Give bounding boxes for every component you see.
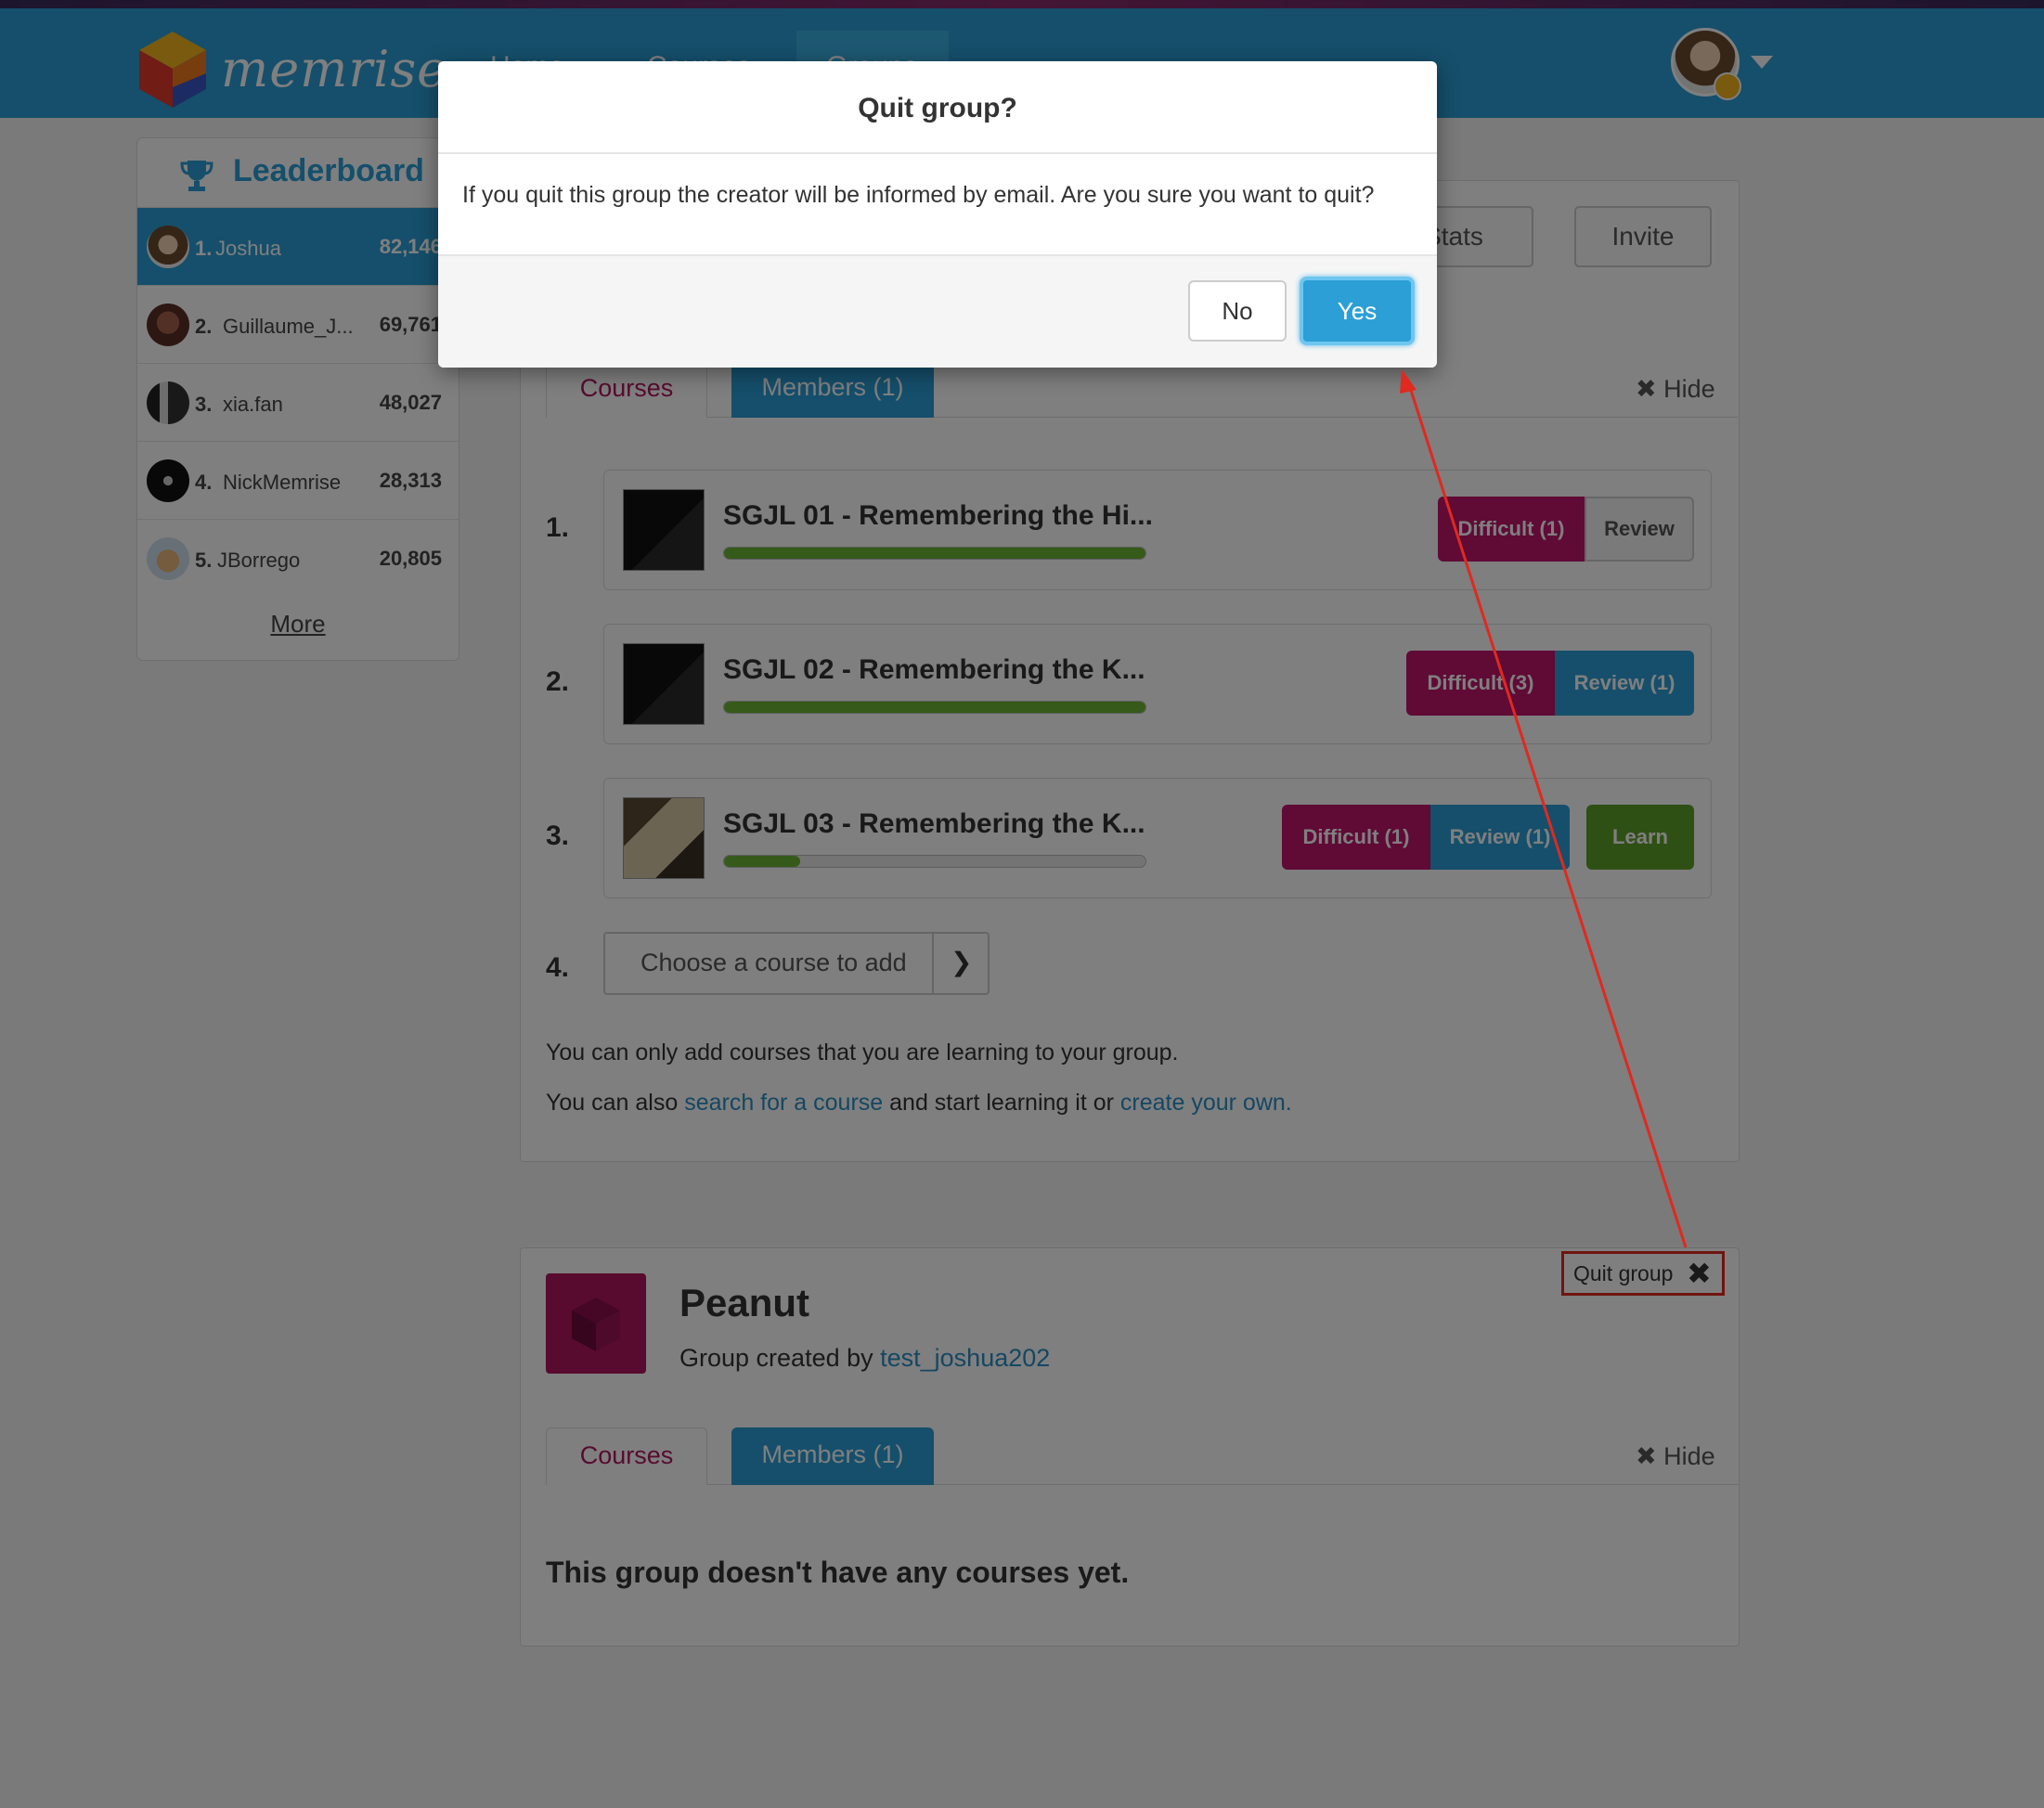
dialog-divider: [438, 152, 1437, 154]
dialog-footer: No Yes: [438, 254, 1437, 368]
no-button[interactable]: No: [1188, 280, 1287, 342]
quit-group-dialog: Quit group? If you quit this group the c…: [438, 61, 1437, 368]
dialog-divider: [438, 254, 1437, 256]
dialog-title: Quit group?: [858, 93, 1017, 123]
yes-button[interactable]: Yes: [1300, 277, 1415, 345]
dialog-message: If you quit this group the creator will …: [462, 182, 1375, 208]
